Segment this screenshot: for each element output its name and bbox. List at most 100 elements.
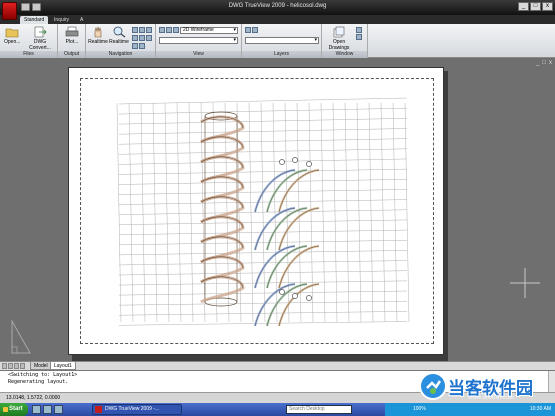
panel-navigation-label: Navigation (86, 51, 155, 58)
grid-line (118, 321, 408, 326)
grid-line (118, 107, 408, 115)
zoom-window-icon[interactable] (132, 27, 138, 33)
nav-tools-row-2 (132, 35, 152, 41)
watermark-logo: 当客软件园 www.downkr.com (410, 369, 555, 409)
tab-layout1[interactable]: Layout1 (50, 362, 76, 370)
grid-line (118, 97, 408, 105)
grid-line (296, 102, 302, 323)
layer-dropdown[interactable] (245, 37, 319, 44)
drawings-icon (333, 26, 345, 38)
named-views-icon[interactable] (132, 43, 138, 49)
plot-button[interactable]: Plot... (62, 26, 82, 45)
dwg-convert-button[interactable]: DWG Convert... (24, 26, 56, 51)
grid-line (118, 270, 408, 276)
start-button[interactable]: Start (0, 403, 28, 416)
explorer-icon[interactable] (54, 405, 63, 414)
grid-line (152, 102, 158, 323)
dwg-convert-label: DWG Convert... (29, 39, 51, 51)
desktop-icon[interactable] (32, 405, 41, 414)
visual-style-dropdown[interactable]: 2D Wireframe (180, 27, 238, 34)
spring-end-circle (279, 289, 285, 295)
steering-wheel-icon[interactable] (139, 35, 145, 41)
grid-line (188, 102, 194, 323)
tab-standard[interactable]: Standard (20, 16, 49, 24)
grid-line (140, 102, 146, 323)
view-dropdown[interactable] (159, 37, 238, 44)
tab-a[interactable]: A (76, 16, 87, 24)
open-drawings-button[interactable]: Open Drawings (325, 26, 353, 51)
title-bar: DWG TrueView 2009 - helicosol.dwg _ □ x (0, 0, 555, 20)
browser-icon[interactable] (43, 405, 52, 414)
panel-view: 2D Wireframe View (156, 24, 242, 58)
prev-tab-arrow[interactable] (8, 363, 13, 369)
tab-model[interactable]: Model (30, 362, 52, 370)
showmotion-icon[interactable] (146, 35, 152, 41)
open-label: Open... (4, 39, 21, 45)
grid-line (118, 138, 408, 145)
maximize-button[interactable]: □ (530, 2, 541, 11)
taskbar-dwg-trueview[interactable]: DWG TrueView 2009 -... (92, 404, 182, 415)
open-drawings-label: Open Drawings (328, 39, 350, 51)
nav-tools-row-3 (132, 43, 145, 49)
pan-realtime-button[interactable]: Realtime (88, 26, 108, 45)
cascade-icon[interactable] (356, 34, 362, 40)
zoom-realtime-button[interactable]: Realtime (108, 26, 130, 45)
viewport-close[interactable]: x (549, 60, 552, 66)
view-top-icon[interactable] (159, 27, 165, 33)
spring-end-circle (306, 161, 312, 167)
panel-view-label: View (156, 51, 241, 58)
quick-launch (32, 405, 63, 414)
zoom-magnifier-icon (113, 26, 126, 38)
viewport-minimize[interactable]: _ (536, 60, 539, 66)
viewport-restore[interactable]: □ (542, 60, 546, 66)
viewcube-icon[interactable] (139, 43, 145, 49)
layer-state-icon[interactable] (252, 27, 258, 33)
window-controls: _ □ x (518, 2, 553, 11)
crosshair-cursor (510, 268, 540, 298)
ribbon-tab-row: Standard Inquiry A (0, 15, 555, 24)
grid-line (404, 102, 410, 323)
grid-line (116, 102, 122, 323)
minimize-button[interactable]: _ (518, 2, 529, 11)
viewport-controls: _ □ x (536, 60, 552, 66)
first-tab-arrow[interactable] (2, 363, 7, 369)
open-button[interactable]: Open... (4, 26, 20, 45)
grid-line (118, 290, 408, 296)
zoom-extents-icon[interactable] (146, 27, 152, 33)
panel-window: Open Drawings Window (322, 24, 368, 58)
layer-properties-icon[interactable] (245, 27, 251, 33)
zoom-previous-icon[interactable] (139, 27, 145, 33)
view-iso-icon[interactable] (166, 27, 172, 33)
panel-layers: Layers (242, 24, 322, 58)
next-tab-arrow[interactable] (14, 363, 19, 369)
grid-line (118, 168, 408, 175)
pan-label: Realtime (88, 39, 108, 45)
grid-line (332, 102, 338, 323)
app-menu-button[interactable] (2, 2, 17, 20)
tile-icon[interactable] (356, 27, 362, 33)
desktop-search-input[interactable]: Search Desktop (286, 405, 352, 414)
nav-tools-row-1 (132, 27, 152, 33)
drawing-viewport[interactable]: _ □ x (0, 58, 555, 361)
grid-line (164, 102, 170, 323)
grid-line (118, 260, 408, 266)
orbit-icon[interactable] (132, 35, 138, 41)
grid-line (118, 158, 408, 165)
tab-inquiry[interactable]: Inquiry (50, 16, 73, 24)
ribbon: Open... DWG Convert... Files Plot... Out… (0, 24, 555, 58)
watermark-logo-icon (419, 372, 447, 400)
ucs-icon (11, 319, 31, 354)
grid-line (308, 102, 314, 323)
plot-label: Plot... (65, 39, 79, 45)
grid-line (118, 311, 408, 316)
view-shade-icon[interactable] (173, 27, 179, 33)
coordinate-readout: 13.0148, 1.5722, 0.0000 (6, 395, 61, 401)
open-folder-icon (5, 28, 19, 38)
last-tab-arrow[interactable] (20, 363, 25, 369)
panel-layers-label: Layers (242, 51, 321, 58)
close-button[interactable]: x (542, 2, 553, 11)
spring-end-circle (292, 293, 298, 299)
panel-files-label: Files (0, 51, 57, 58)
panel-output: Plot... Output (58, 24, 86, 58)
grid-line (118, 250, 408, 256)
